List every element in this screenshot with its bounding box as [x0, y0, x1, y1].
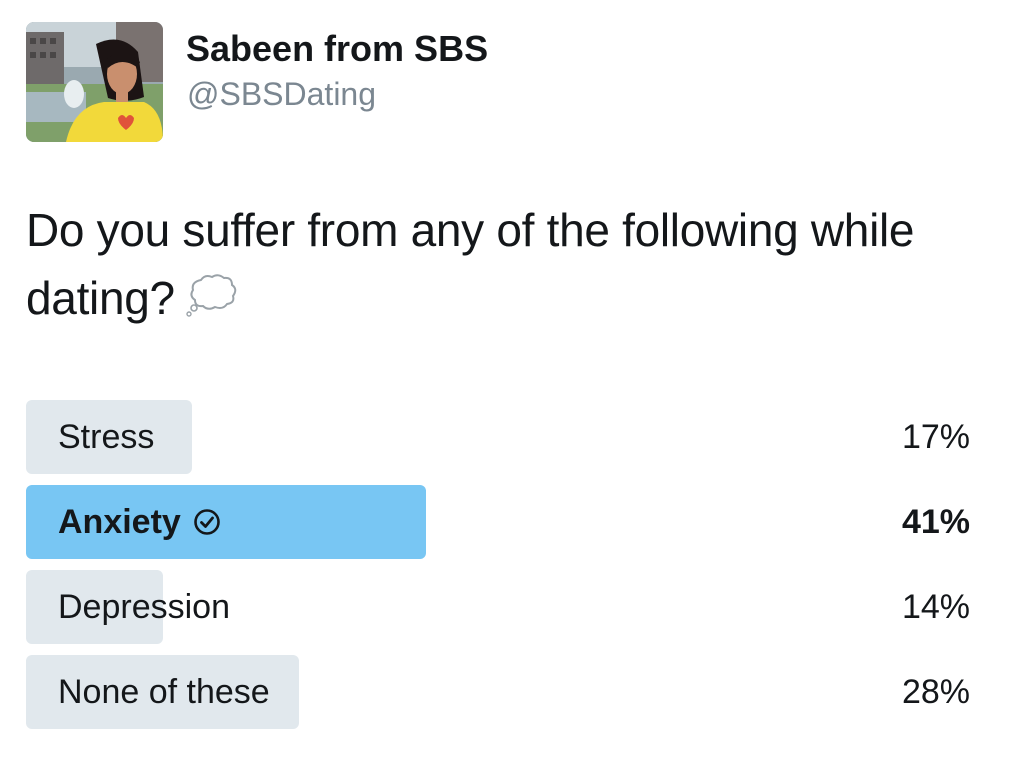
poll-option-none[interactable]: None of these 28%	[26, 655, 970, 729]
poll-option-percent: 41%	[901, 503, 970, 541]
tweet-text: Do you suffer from any of the following …	[26, 196, 986, 336]
tweet-text-content: Do you suffer from any of the following …	[26, 204, 915, 324]
display-name[interactable]: Sabeen from SBS	[186, 28, 488, 70]
poll-option-label: Stress	[58, 418, 155, 456]
check-circle-icon	[193, 488, 221, 562]
poll-option-label-wrap: Anxiety	[58, 485, 221, 562]
poll: Stress 17% Anxiety 41% Depression 14% No…	[26, 400, 970, 740]
poll-option-stress[interactable]: Stress 17%	[26, 400, 970, 474]
user-handle[interactable]: @SBSDating	[187, 76, 376, 113]
poll-option-percent: 28%	[901, 673, 970, 711]
poll-option-anxiety[interactable]: Anxiety 41%	[26, 485, 970, 559]
poll-option-percent: 14%	[901, 588, 970, 626]
thought-balloon-icon	[185, 268, 239, 336]
poll-option-depression[interactable]: Depression 14%	[26, 570, 970, 644]
poll-option-label: Anxiety	[58, 503, 181, 541]
poll-option-label: None of these	[58, 673, 270, 711]
poll-option-percent: 17%	[901, 418, 970, 456]
avatar[interactable]	[26, 22, 163, 142]
profile-photo	[26, 22, 163, 142]
poll-option-label: Depression	[58, 588, 230, 626]
